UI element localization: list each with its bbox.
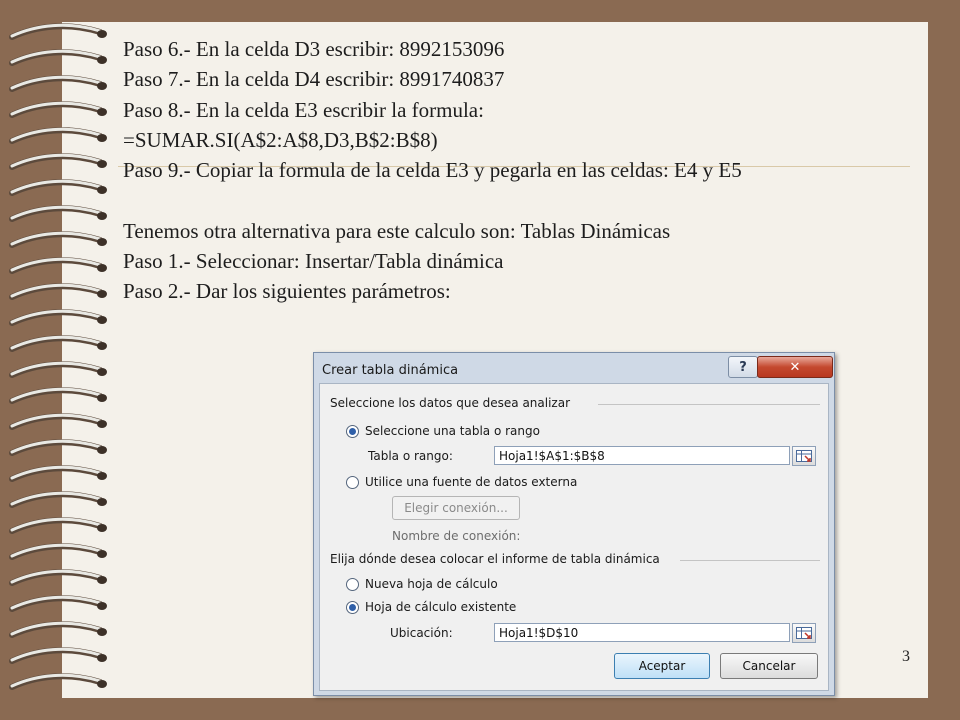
spiral-ring-icon [9,179,107,196]
spiral-ring-icon [9,439,107,456]
section-data-divider [598,404,820,405]
slide-line-alternative: Tenemos otra alternativa para este calcu… [123,218,671,243]
spiral-ring-icon [9,231,107,248]
choose-connection-button[interactable]: Elegir conexión... [392,496,520,520]
slide-line-formula: =SUMAR.SI(A$2:A$8,D3,B$2:B$8) [123,127,438,152]
spiral-ring-icon [9,49,107,66]
spiral-ring-icon [9,101,107,118]
range-picker-icon [796,450,812,462]
spiral-ring-icon [9,153,107,170]
radio-table-label: Seleccione una tabla o rango [365,424,540,438]
dialog-content: Seleccione los datos que desea analizar … [319,383,829,691]
slide-line-step6: Paso 6.- En la celda D3 escribir: 899215… [123,37,505,61]
radio-external-button[interactable] [346,475,359,489]
location-input[interactable] [494,623,790,642]
help-icon: ? [739,359,747,375]
close-button[interactable]: ✕ [757,356,833,378]
cancel-label: Cancelar [742,659,796,673]
location-label: Ubicación: [390,626,453,640]
spiral-ring-icon [9,309,107,326]
range-picker-icon [796,627,812,639]
ok-label: Aceptar [638,659,686,673]
spiral-binding [9,23,107,690]
spiral-ring-icon [9,569,107,586]
spiral-ring-icon [9,387,107,404]
radio-table-button[interactable] [346,424,359,438]
radio-existing-sheet-label: Hoja de cálculo existente [365,600,517,614]
radio-new-sheet-label: Nueva hoja de cálculo [365,577,498,591]
spiral-ring-icon [9,127,107,144]
slide-line-step2: Paso 2.- Dar los siguientes parámetros: [123,279,451,304]
connection-name-label: Nombre de conexión: [392,529,521,543]
spiral-ring-icon [9,413,107,430]
spiral-ring-icon [9,283,107,300]
spiral-ring-icon [9,335,107,352]
close-icon: ✕ [789,359,801,375]
range-picker-button[interactable] [792,446,816,466]
spiral-ring-icon [9,491,107,508]
slide-text: Paso 6.- En la celda D3 escribir: 899215… [123,34,913,307]
section-data-label: Seleccione los datos que desea analizar [330,396,571,410]
page-number: 3 [902,648,910,665]
spiral-ring-icon [9,517,107,534]
radio-external-label: Utilice una fuente de datos externa [365,475,578,489]
spiral-ring-icon [9,595,107,612]
radio-row-external[interactable]: Utilice una fuente de datos externa [346,475,577,489]
ok-button[interactable]: Aceptar [614,653,710,679]
section-destination-label: Elija dónde desea colocar el informe de … [330,552,660,566]
radio-row-table[interactable]: Seleccione una tabla o rango [346,424,540,438]
slide-line-step7: Paso 7.- En la celda D4 escribir: 899174… [123,67,505,92]
slide-line-step1: Paso 1.- Seleccionar: Insertar/Tabla din… [123,249,504,274]
radio-existing-sheet-button[interactable] [346,600,359,614]
spiral-ring-icon [9,465,107,482]
slide-spacer [123,185,913,215]
slide-line-step8: Paso 8.- En la celda E3 escribir la form… [123,97,484,122]
help-button[interactable]: ? [728,356,758,378]
spiral-ring-icon [9,543,107,560]
slide-line-step9: Paso 9.- Copiar la formula de la celda E… [123,158,742,183]
spiral-ring-icon [9,647,107,664]
range-label: Tabla o rango: [368,449,453,463]
spiral-ring-icon [9,621,107,638]
range-input[interactable] [494,446,790,465]
location-picker-button[interactable] [792,623,816,643]
spiral-ring-icon [9,361,107,378]
radio-row-new-sheet[interactable]: Nueva hoja de cálculo [346,577,498,591]
radio-row-existing-sheet[interactable]: Hoja de cálculo existente [346,600,516,614]
dialog-title: Crear tabla dinámica [322,363,459,378]
spiral-ring-icon [9,205,107,222]
create-pivot-table-dialog: Crear tabla dinámica ? ✕ Seleccione los … [313,352,835,696]
spiral-ring-icon [9,673,107,690]
cancel-button[interactable]: Cancelar [720,653,818,679]
radio-new-sheet-button[interactable] [346,577,359,591]
spiral-ring-icon [9,75,107,92]
section-destination-divider [680,560,820,561]
choose-connection-label: Elegir conexión... [404,501,508,515]
spiral-ring-icon [9,23,107,40]
spiral-ring-icon [9,257,107,274]
